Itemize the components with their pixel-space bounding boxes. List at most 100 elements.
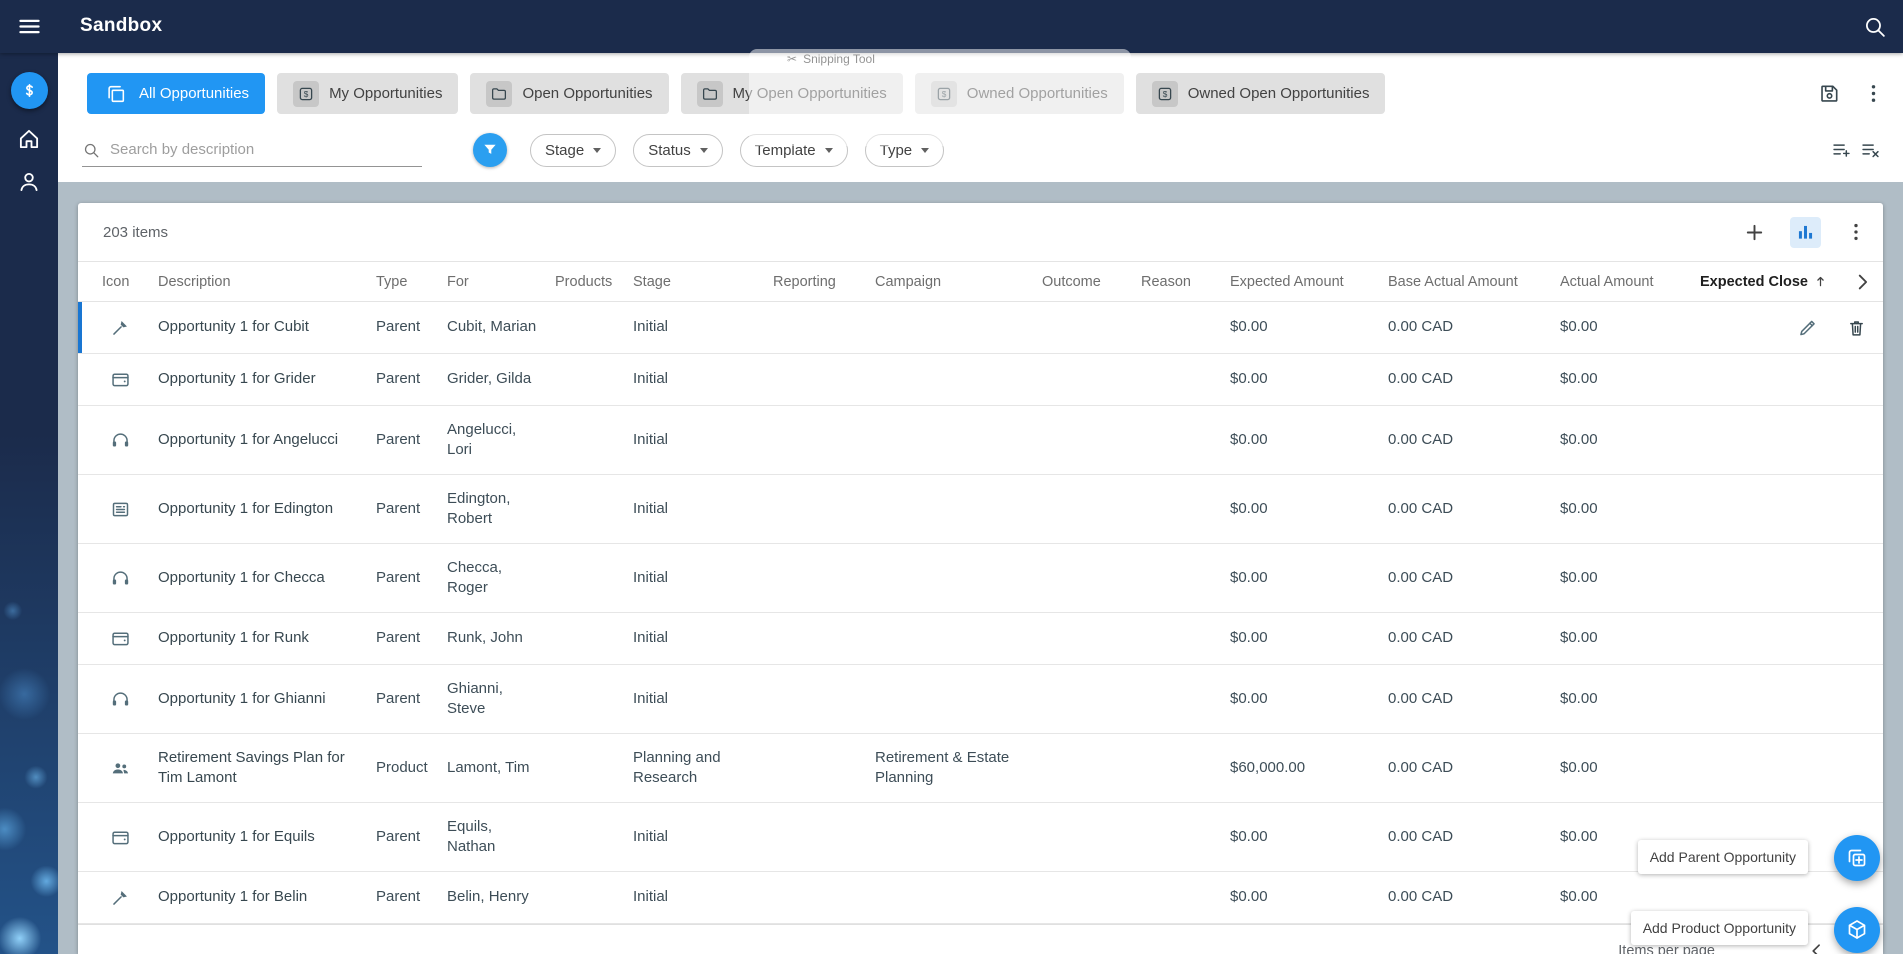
cell-base-actual-amount: 0.00 CAD <box>1388 499 1454 517</box>
view-tab-open-opportunities[interactable]: Open Opportunities <box>470 73 669 114</box>
badge-icon: $ <box>293 80 320 107</box>
table-row[interactable]: Opportunity 1 for Cubit Parent Cubit, Mari… <box>78 302 1883 354</box>
scroll-columns-right-button[interactable] <box>1851 271 1873 293</box>
cell-expected-amount: $0.00 <box>1230 827 1268 845</box>
playlist-remove-button[interactable] <box>1860 139 1881 160</box>
folder-icon <box>486 80 513 107</box>
add-product-opportunity-tooltip: Add Product Opportunity <box>1630 911 1808 945</box>
cell-base-actual-amount: 0.00 CAD <box>1388 689 1454 707</box>
column-header-campaign[interactable]: Campaign <box>875 274 1042 290</box>
delete-row-button[interactable] <box>1846 317 1867 338</box>
cell-type: Parent <box>376 689 421 707</box>
column-header-icon[interactable]: Icon <box>102 274 158 290</box>
column-header-stage[interactable]: Stage <box>633 274 773 290</box>
cell-type: Parent <box>376 888 421 906</box>
cell-actual-amount: $0.00 <box>1560 568 1598 586</box>
cell-actual-amount: $0.00 <box>1560 689 1598 707</box>
cell-actual-amount: $0.00 <box>1560 629 1598 647</box>
table-header: Icon Description Type For Products Stage Repor… <box>78 261 1883 302</box>
column-header-expected-close[interactable]: Expected Close <box>1700 274 1843 290</box>
playlist-add-button[interactable] <box>1831 139 1852 160</box>
cell-base-actual-amount: 0.00 CAD <box>1388 888 1454 906</box>
table-row[interactable]: Retirement Savings Plan for Tim Lamont Pr… <box>78 734 1883 803</box>
chart-view-button[interactable] <box>1790 216 1821 248</box>
view-tab-my-opportunities[interactable]: $ My Opportunities <box>277 73 459 114</box>
view-tab-my-open-opportunities[interactable]: My Open Opportunities <box>680 73 903 114</box>
cell-expected-amount: $0.00 <box>1230 318 1268 336</box>
cell-expected-amount: $0.00 <box>1230 370 1268 388</box>
cell-description: Opportunity 1 for Belin <box>158 888 308 906</box>
cell-icon <box>102 568 158 589</box>
sort-ascending-icon <box>1813 274 1828 289</box>
filter-dropdown-status[interactable]: Status <box>633 134 723 167</box>
filter-dropdown-template[interactable]: Template <box>739 134 848 167</box>
save-view-button[interactable] <box>1818 82 1841 105</box>
cell-actual-amount: $0.00 <box>1560 370 1598 388</box>
column-header-label: Products <box>555 273 613 290</box>
filter-dropdown-stage[interactable]: Stage <box>530 134 617 167</box>
table-row[interactable]: Opportunity 1 for Grider Parent Grider, Gi… <box>78 354 1883 406</box>
cell-base-actual-amount: 0.00 CAD <box>1388 758 1454 776</box>
cell-for: Belin, Henry <box>447 888 529 906</box>
column-header-label: Type <box>376 273 408 290</box>
item-count: 203 items <box>103 223 169 241</box>
search-field <box>82 133 422 167</box>
filter-dropdown-type[interactable]: Type <box>864 134 945 167</box>
cell-type: Parent <box>376 318 421 336</box>
sidebar-opportunities-button[interactable] <box>10 72 48 109</box>
column-header-type[interactable]: Type <box>376 274 447 290</box>
cell-description: Retirement Savings Plan for Tim Lamont <box>158 748 345 786</box>
table-row[interactable]: Opportunity 1 for Belin Parent Belin, Henr… <box>78 872 1883 924</box>
wallet-icon <box>110 369 131 390</box>
table-row[interactable]: Opportunity 1 for Runk Parent Runk, John In… <box>78 613 1883 665</box>
folder-icon <box>696 80 723 107</box>
view-tab-label: My Opportunities <box>329 85 443 102</box>
headset-icon <box>110 430 131 451</box>
column-header-outcome[interactable]: Outcome <box>1042 274 1141 290</box>
column-header-reporting[interactable]: Reporting <box>773 274 875 290</box>
list-options-button[interactable] <box>1845 221 1867 243</box>
filter-dropdowns: Stage Status Template Type <box>530 134 945 167</box>
view-tab-owned-opportunities[interactable]: $ Owned Opportunities <box>914 73 1124 114</box>
column-header-for[interactable]: For <box>447 274 555 290</box>
sidebar <box>0 53 58 954</box>
sidebar-profile-button[interactable] <box>16 169 42 195</box>
table-row[interactable]: Opportunity 1 for Ghianni Parent Ghianni, … <box>78 665 1883 734</box>
cell-type: Parent <box>376 370 421 388</box>
column-header-actual-amount[interactable]: Actual Amount <box>1560 274 1700 290</box>
view-tab-all-opportunities[interactable]: All Opportunities <box>87 73 266 114</box>
svg-text:$: $ <box>304 90 309 99</box>
add-parent-icon <box>1845 846 1869 870</box>
add-product-opportunity-fab[interactable] <box>1834 907 1880 953</box>
column-header-description[interactable]: Description <box>158 274 376 290</box>
cell-base-actual-amount: 0.00 CAD <box>1388 370 1454 388</box>
column-header-reason[interactable]: Reason <box>1141 274 1230 290</box>
cell-description: Opportunity 1 for Equils <box>158 827 315 845</box>
column-header-products[interactable]: Products <box>555 274 633 290</box>
add-parent-opportunity-fab[interactable] <box>1834 835 1880 881</box>
search-input[interactable] <box>110 141 422 158</box>
column-header-base-actual-amount[interactable]: Base Actual Amount <box>1388 274 1560 290</box>
cell-actual-amount: $0.00 <box>1560 758 1598 776</box>
cell-for: Runk, John <box>447 629 523 647</box>
chevron-down-icon <box>824 148 833 153</box>
add-parent-opportunity-tooltip: Add Parent Opportunity <box>1637 840 1808 874</box>
chevron-down-icon <box>921 148 930 153</box>
pagination-previous-button[interactable] <box>1807 941 1827 954</box>
table-row[interactable]: Opportunity 1 for Checca Parent Checca, Ro… <box>78 544 1883 613</box>
edit-row-button[interactable] <box>1797 317 1818 338</box>
table-row[interactable]: Opportunity 1 for Edington Parent Edington… <box>78 475 1883 544</box>
column-header-expected-amount[interactable]: Expected Amount <box>1230 274 1388 290</box>
global-search-button[interactable] <box>1862 14 1887 39</box>
cell-base-actual-amount: 0.00 CAD <box>1388 568 1454 586</box>
table-row[interactable]: Opportunity 1 for Angelucci Parent Angeluc… <box>78 406 1883 475</box>
add-button[interactable] <box>1743 221 1766 244</box>
view-tab-owned-open-opportunities[interactable]: $ Owned Open Opportunities <box>1135 73 1386 114</box>
sidebar-home-button[interactable] <box>16 126 42 152</box>
badge-icon: $ <box>1151 80 1178 107</box>
hamburger-menu-button[interactable] <box>16 13 43 40</box>
table-row[interactable]: Opportunity 1 for Equils Parent Equils, Na… <box>78 803 1883 872</box>
view-options-button[interactable] <box>1862 82 1885 105</box>
filter-button[interactable] <box>473 133 507 167</box>
chevron-down-icon <box>593 148 602 153</box>
